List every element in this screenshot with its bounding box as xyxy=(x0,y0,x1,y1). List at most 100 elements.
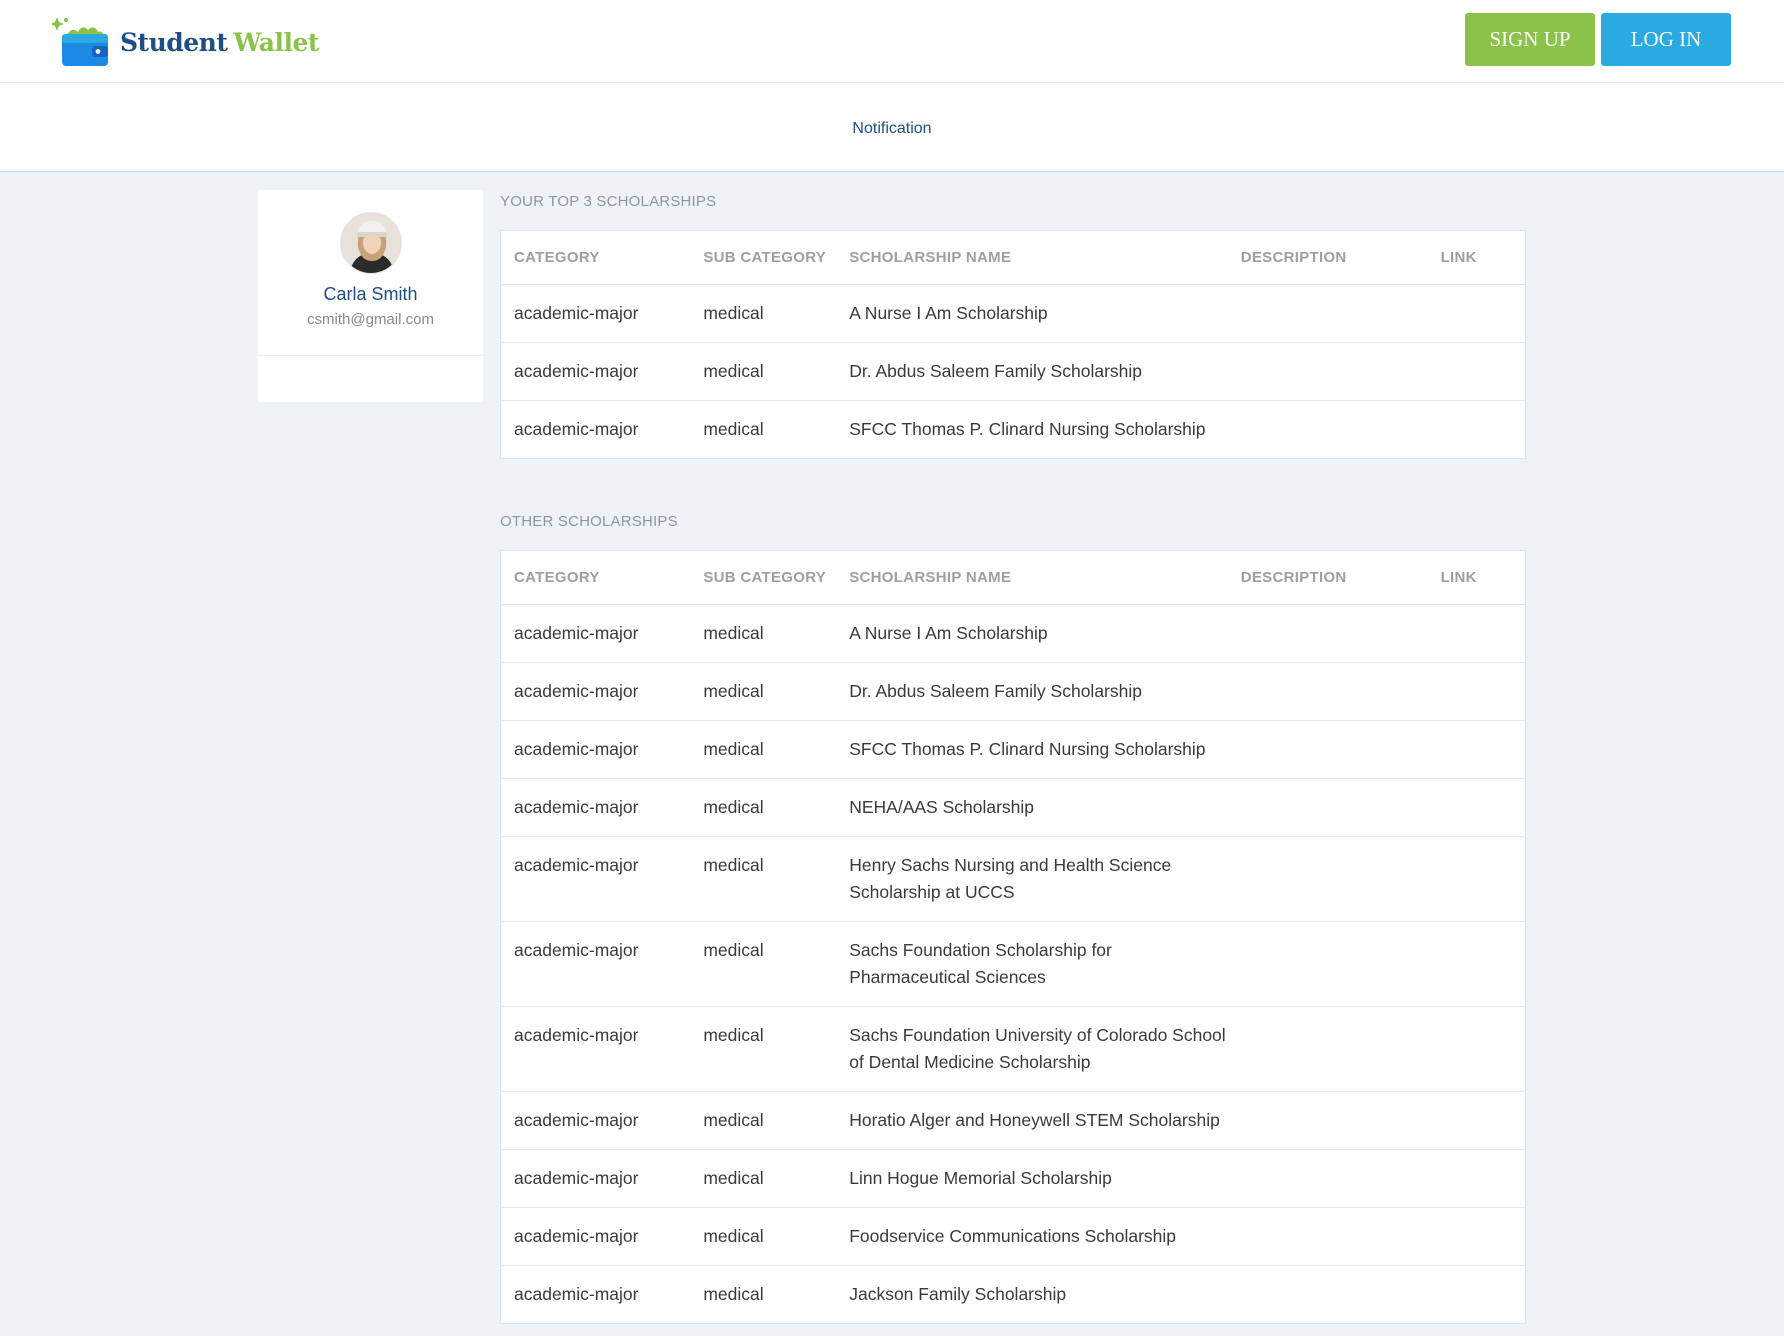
sub-category-cell: medical xyxy=(690,720,837,779)
link-cell[interactable] xyxy=(1427,284,1526,343)
link-cell[interactable] xyxy=(1427,720,1526,779)
link-cell[interactable] xyxy=(1427,1207,1526,1266)
sub-category-cell: medical xyxy=(690,342,837,401)
table-header-row: CATEGORY SUB CATEGORY SCHOLARSHIP NAME D… xyxy=(500,230,1526,285)
category-cell: academic-major xyxy=(500,720,691,779)
link-cell[interactable] xyxy=(1427,1006,1526,1092)
sub-category-cell: medical xyxy=(690,284,837,343)
other-scholarships-table: CATEGORY SUB CATEGORY SCHOLARSHIP NAME D… xyxy=(500,550,1526,1324)
top-scholarships-table: CATEGORY SUB CATEGORY SCHOLARSHIP NAME D… xyxy=(500,230,1526,459)
table-row[interactable]: academic-major medical Henry Sachs Nursing… xyxy=(500,836,1526,922)
category-cell: academic-major xyxy=(500,1149,691,1208)
link-cell[interactable] xyxy=(1427,778,1526,837)
table-row[interactable]: academic-major medical Horatio Alger and H… xyxy=(500,1091,1526,1150)
table-row[interactable]: academic-major medical Linn Hogue Memorial… xyxy=(500,1149,1526,1208)
table-row[interactable]: academic-major medical SFCC Thomas P. Clin… xyxy=(500,720,1526,779)
category-cell: academic-major xyxy=(500,1006,691,1092)
column-header-category: CATEGORY xyxy=(500,230,691,285)
scholarship-name-cell: Linn Hogue Memorial Scholarship xyxy=(836,1149,1228,1208)
sub-category-cell: medical xyxy=(690,1006,837,1092)
log-in-button[interactable]: LOG IN xyxy=(1601,13,1731,66)
logo-wordmark: Student Wallet xyxy=(120,28,319,57)
logo-word-wallet: Wallet xyxy=(233,27,319,57)
table-row[interactable]: academic-major medical A Nurse I Am Schola… xyxy=(500,284,1526,343)
sub-category-cell: medical xyxy=(690,778,837,837)
sub-category-cell: medical xyxy=(690,604,837,663)
table-row[interactable]: academic-major medical SFCC Thomas P. Clin… xyxy=(500,400,1526,459)
student-wallet-logo[interactable]: Student Wallet xyxy=(52,12,319,72)
table-row[interactable]: academic-major medical Jackson Family Scho… xyxy=(500,1265,1526,1324)
description-cell xyxy=(1227,921,1428,1007)
category-cell: academic-major xyxy=(500,778,691,837)
column-header-link: LINK xyxy=(1427,230,1526,285)
notification-link[interactable]: Notification xyxy=(852,120,931,138)
sub-navigation: Notification xyxy=(0,83,1784,172)
link-cell[interactable] xyxy=(1427,1149,1526,1208)
table-row[interactable]: academic-major medical NEHA/AAS Scholarshi… xyxy=(500,778,1526,837)
column-header-scholarship-name: SCHOLARSHIP NAME xyxy=(836,230,1228,285)
scholarship-name-cell: NEHA/AAS Scholarship xyxy=(836,778,1228,837)
profile-email: csmith@gmail.com xyxy=(307,311,434,328)
description-cell xyxy=(1227,1265,1428,1324)
table-row[interactable]: academic-major medical Sachs Foundation Sc… xyxy=(500,921,1526,1007)
link-cell[interactable] xyxy=(1427,662,1526,721)
description-cell xyxy=(1227,1006,1428,1092)
user-photo xyxy=(340,213,401,273)
link-cell[interactable] xyxy=(1427,1091,1526,1150)
scholarship-name-cell: Jackson Family Scholarship xyxy=(836,1265,1228,1324)
category-cell: academic-major xyxy=(500,604,691,663)
column-header-sub-category: SUB CATEGORY xyxy=(690,230,837,285)
link-cell[interactable] xyxy=(1427,836,1526,922)
category-cell: academic-major xyxy=(500,836,691,922)
description-cell xyxy=(1227,836,1428,922)
avatar[interactable] xyxy=(339,212,402,274)
link-cell[interactable] xyxy=(1427,400,1526,459)
wallet-icon xyxy=(52,17,108,66)
column-header-category: CATEGORY xyxy=(500,550,691,605)
logo-word-student: Student xyxy=(120,27,228,57)
description-cell xyxy=(1227,662,1428,721)
column-header-link: LINK xyxy=(1427,550,1526,605)
scholarship-name-cell: Dr. Abdus Saleem Family Scholarship xyxy=(836,662,1228,721)
category-cell: academic-major xyxy=(500,400,691,459)
scholarship-name-cell: A Nurse I Am Scholarship xyxy=(836,284,1228,343)
sub-category-cell: medical xyxy=(690,1091,837,1150)
sign-up-button[interactable]: SIGN UP xyxy=(1465,13,1595,66)
category-cell: academic-major xyxy=(500,284,691,343)
top-scholarships-heading: YOUR TOP 3 SCHOLARSHIPS xyxy=(500,193,717,210)
table-row[interactable]: academic-major medical Sachs Foundation Un… xyxy=(500,1006,1526,1092)
column-header-description: DESCRIPTION xyxy=(1227,230,1428,285)
sub-category-cell: medical xyxy=(690,1265,837,1324)
category-cell: academic-major xyxy=(500,1265,691,1324)
category-cell: academic-major xyxy=(500,342,691,401)
description-cell xyxy=(1227,284,1428,343)
column-header-description: DESCRIPTION xyxy=(1227,550,1428,605)
scholarship-name-cell: SFCC Thomas P. Clinard Nursing Scholarsh… xyxy=(836,400,1228,459)
description-cell xyxy=(1227,778,1428,837)
link-cell[interactable] xyxy=(1427,921,1526,1007)
table-header-row: CATEGORY SUB CATEGORY SCHOLARSHIP NAME D… xyxy=(500,550,1526,605)
table-row[interactable]: academic-major medical Dr. Abdus Saleem Fa… xyxy=(500,342,1526,401)
other-scholarships-heading: OTHER SCHOLARSHIPS xyxy=(500,513,678,530)
sub-category-cell: medical xyxy=(690,836,837,922)
table-row[interactable]: academic-major medical A Nurse I Am Schola… xyxy=(500,604,1526,663)
profile-name[interactable]: Carla Smith xyxy=(258,284,483,305)
column-header-scholarship-name: SCHOLARSHIP NAME xyxy=(836,550,1228,605)
description-cell xyxy=(1227,604,1428,663)
scholarship-name-cell: Horatio Alger and Honeywell STEM Scholar… xyxy=(836,1091,1228,1150)
sub-category-cell: medical xyxy=(690,1207,837,1266)
scholarship-name-cell: A Nurse I Am Scholarship xyxy=(836,604,1228,663)
table-row[interactable]: academic-major medical Foodservice Communi… xyxy=(500,1207,1526,1266)
sub-category-cell: medical xyxy=(690,400,837,459)
description-cell xyxy=(1227,400,1428,459)
scholarship-name-cell: Henry Sachs Nursing and Health Science S… xyxy=(836,836,1228,922)
scholarship-name-cell: SFCC Thomas P. Clinard Nursing Scholarsh… xyxy=(836,720,1228,779)
column-header-sub-category: SUB CATEGORY xyxy=(690,550,837,605)
link-cell[interactable] xyxy=(1427,1265,1526,1324)
table-row[interactable]: academic-major medical Dr. Abdus Saleem Fa… xyxy=(500,662,1526,721)
top-scholarships-body: academic-major medical A Nurse I Am Schola… xyxy=(500,284,1526,459)
link-cell[interactable] xyxy=(1427,342,1526,401)
link-cell[interactable] xyxy=(1427,604,1526,663)
scholarship-name-cell: Dr. Abdus Saleem Family Scholarship xyxy=(836,342,1228,401)
category-cell: academic-major xyxy=(500,921,691,1007)
